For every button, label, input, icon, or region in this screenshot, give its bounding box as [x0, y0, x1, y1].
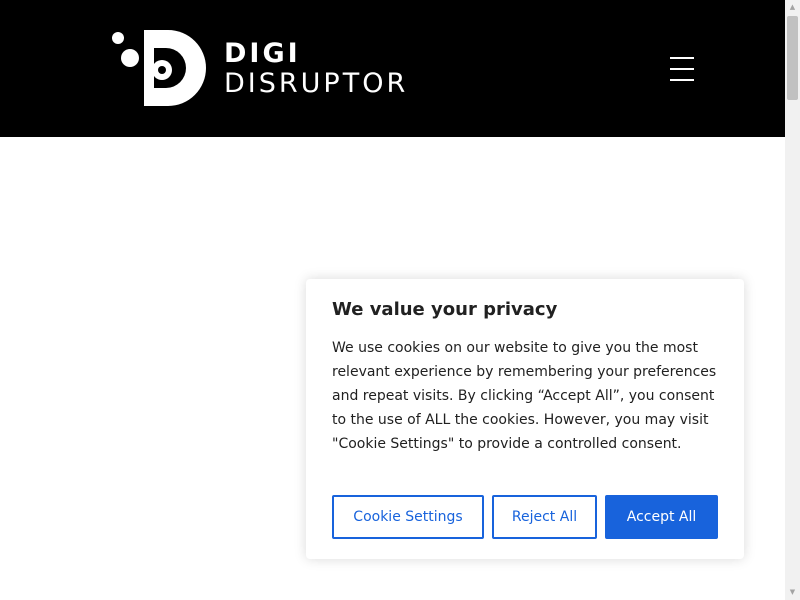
- cookie-settings-button[interactable]: Cookie Settings: [332, 495, 484, 539]
- site-header: DIGI DISRUPTOR: [0, 0, 785, 137]
- scroll-down-icon[interactable]: ▼: [785, 585, 800, 600]
- cookie-banner-description: We use cookies on our website to give yo…: [332, 340, 717, 452]
- logo-text: DIGI DISRUPTOR: [224, 40, 408, 97]
- menu-bar: [670, 79, 694, 81]
- hamburger-menu-icon[interactable]: [668, 55, 698, 83]
- vertical-scrollbar[interactable]: ▲ ▼: [785, 0, 800, 600]
- logo-mark-icon: [112, 30, 206, 106]
- scroll-up-icon[interactable]: ▲: [785, 0, 800, 15]
- menu-bar: [670, 68, 694, 70]
- site-logo[interactable]: DIGI DISRUPTOR: [110, 28, 440, 108]
- reject-all-button[interactable]: Reject All: [492, 495, 597, 539]
- logo-line-2: DISRUPTOR: [224, 68, 409, 99]
- menu-bar: [670, 57, 694, 59]
- cookie-banner-title: We value your privacy: [332, 299, 558, 320]
- accept-all-button[interactable]: Accept All: [605, 495, 718, 539]
- cookie-consent-banner: We value your privacy We use cookies on …: [306, 279, 744, 559]
- logo-line-1: DIGI: [224, 38, 301, 69]
- scrollbar-thumb[interactable]: [787, 16, 798, 100]
